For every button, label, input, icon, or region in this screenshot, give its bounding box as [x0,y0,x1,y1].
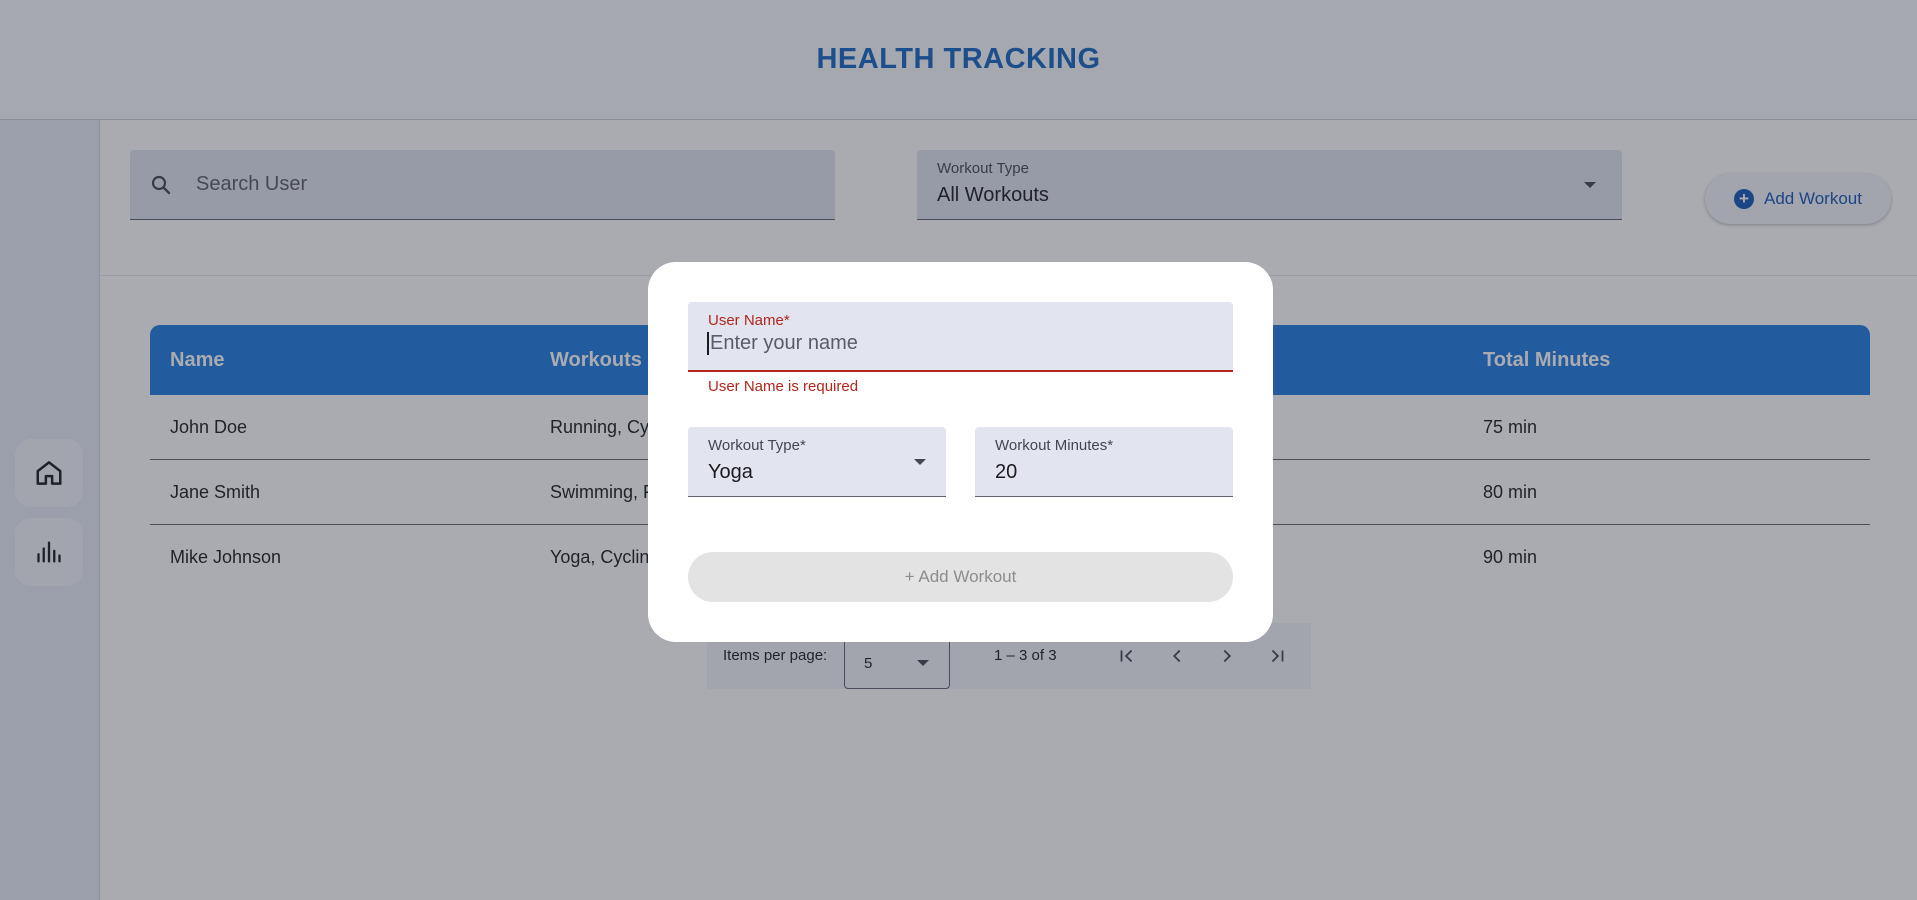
dropdown-arrow-icon [914,459,926,465]
workout-type-select[interactable]: Workout Type* Yoga [688,427,946,497]
workout-minutes-field[interactable]: Workout Minutes* 20 [975,427,1233,497]
user-name-error: User Name is required [708,378,859,395]
user-name-input[interactable] [707,332,1207,355]
user-name-field[interactable]: User Name* [688,302,1233,372]
submit-add-workout-button[interactable]: + Add Workout [688,552,1233,602]
add-workout-dialog: User Name* User Name is required Workout… [648,262,1273,642]
workout-type-value: Yoga [708,461,753,483]
workout-type-label: Workout Type* [708,437,806,454]
workout-minutes-label: Workout Minutes* [995,437,1114,454]
user-name-label: User Name* [708,312,790,329]
workout-minutes-value[interactable]: 20 [995,461,1017,484]
